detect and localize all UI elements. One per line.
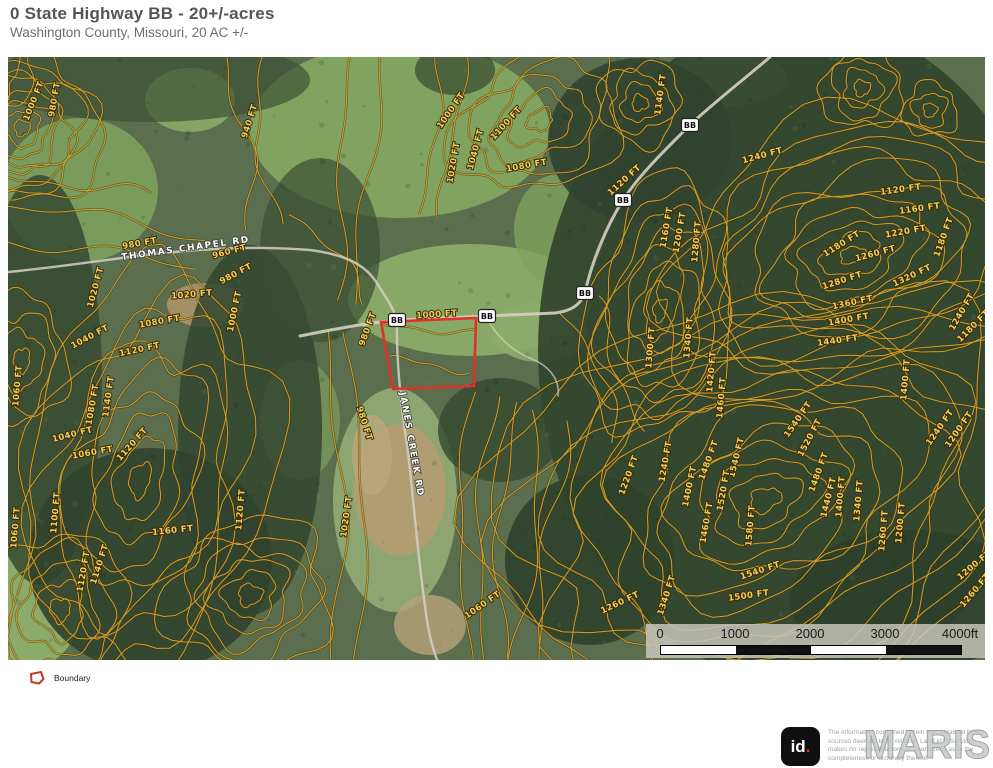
- map-page: 0 State Highway BB - 20+/-acres Washingt…: [0, 0, 993, 768]
- scale-tick-label: 1000: [721, 626, 750, 641]
- legend-label-boundary: Boundary: [54, 673, 90, 683]
- scale-bar-track: [660, 645, 962, 655]
- legend: Boundary: [28, 670, 90, 686]
- scale-tick-label: 3000: [871, 626, 900, 641]
- highway-bb-shield: BB: [389, 314, 406, 327]
- svg-text:BB: BB: [391, 316, 403, 325]
- scale-tick-label: 2000: [796, 626, 825, 641]
- land-id-logo: id.: [781, 727, 820, 766]
- scale-tick-label: 4000ft: [942, 626, 978, 641]
- scale-tick-label: 0: [656, 626, 663, 641]
- highway-bb-shield: BB: [615, 194, 632, 207]
- highway-bb-shield: BB: [577, 287, 594, 300]
- svg-text:BB: BB: [684, 121, 696, 130]
- logo-dot: .: [806, 737, 811, 757]
- maris-watermark: MARIS: [864, 726, 991, 764]
- highway-bb-shield: BB: [682, 119, 699, 132]
- scale-bar: 0 1000 2000 3000 4000ft: [646, 624, 985, 658]
- highway-bb-shield: BB: [479, 310, 496, 323]
- logo-text: id: [791, 737, 806, 757]
- svg-text:BB: BB: [617, 196, 629, 205]
- scale-bar-labels: 0 1000 2000 3000 4000ft: [646, 626, 985, 642]
- svg-text:BB: BB: [481, 312, 493, 321]
- boundary-legend-icon: [28, 670, 46, 686]
- svg-text:BB: BB: [579, 289, 591, 298]
